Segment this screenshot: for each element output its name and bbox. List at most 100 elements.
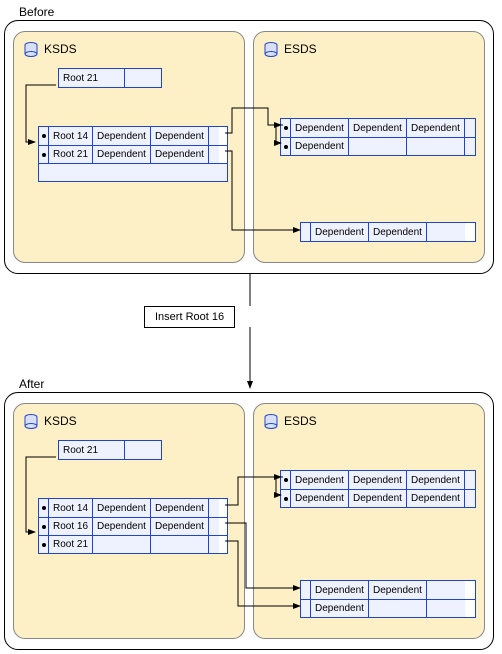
header-cell: Root 21 — [59, 441, 125, 459]
table-row: Dependent Dependent — [301, 223, 475, 241]
dep-cell: Dependent — [311, 223, 369, 241]
table-row: Dependent Dependent Dependent — [281, 489, 475, 507]
nub-cell — [209, 127, 219, 145]
dep-cell: Dependent — [93, 127, 151, 145]
insert-label: Insert Root 16 — [155, 311, 224, 323]
dep-cell: Dependent — [369, 223, 427, 241]
dot-cell — [39, 518, 49, 535]
blank-cell — [39, 164, 227, 181]
dep-cell — [349, 138, 407, 155]
before-ksds-header: Root 21 — [58, 68, 162, 88]
blank-cell — [125, 69, 161, 87]
dep-cell: Dependent — [407, 490, 465, 507]
after-frame: After KSDS Root 21 Root 14 Dependent Dep… — [4, 392, 494, 650]
after-esds-title: ESDS — [284, 414, 317, 428]
blank-cell — [125, 441, 161, 459]
dot-cell — [281, 138, 291, 155]
nub-cell — [209, 499, 219, 517]
after-ksds-header: Root 21 — [58, 440, 162, 460]
dep-cell: Dependent — [151, 518, 209, 535]
dot-cell — [39, 146, 49, 163]
root-cell: Root 14 — [49, 127, 93, 145]
after-ksds-table: Root 14 Dependent Dependent Root 16 Depe… — [38, 498, 228, 554]
root-cell: Root 21 — [49, 146, 93, 163]
table-row: Root 16 Dependent Dependent — [39, 517, 227, 535]
dep-cell: Dependent — [291, 490, 349, 507]
dep-cell: Dependent — [93, 499, 151, 517]
after-ksds-panel: KSDS Root 21 Root 14 Dependent Dependent… — [13, 403, 245, 639]
before-frame: Before KSDS Root 21 Root 14 Dependent De… — [4, 20, 494, 274]
nub-cell — [301, 581, 311, 599]
dot-cell — [39, 127, 49, 145]
table-row: Dependent — [281, 137, 475, 155]
header-cell: Root 21 — [59, 69, 125, 87]
dep-cell: Dependent — [151, 499, 209, 517]
nub-cell — [465, 138, 475, 155]
nub-cell — [301, 600, 311, 617]
dot-cell — [281, 490, 291, 507]
dep-cell: Dependent — [407, 471, 465, 489]
after-esds-top: Dependent Dependent Dependent Dependent … — [280, 470, 476, 508]
database-icon — [264, 414, 278, 429]
dep-cell: Dependent — [407, 119, 465, 137]
dep-cell: Dependent — [93, 146, 151, 163]
table-row: Dependent Dependent — [301, 581, 475, 599]
root-cell: Root 21 — [49, 536, 93, 553]
before-ksds-table: Root 14 Dependent Dependent Root 21 Depe… — [38, 126, 228, 182]
nub-cell — [465, 471, 475, 489]
after-esds-bottom: Dependent Dependent Dependent — [300, 580, 476, 618]
root-cell: Root 14 — [49, 499, 93, 517]
nub-cell — [465, 119, 475, 137]
dot-cell — [39, 499, 49, 517]
before-ksds-title: KSDS — [44, 42, 77, 56]
database-icon — [264, 42, 278, 57]
table-row: Root 21 — [39, 535, 227, 553]
table-row: Dependent Dependent Dependent — [281, 471, 475, 489]
nub-cell — [465, 490, 475, 507]
dep-cell: Dependent — [291, 119, 349, 137]
dep-cell: Dependent — [349, 119, 407, 137]
after-label: After — [19, 377, 44, 391]
table-row: Root 14 Dependent Dependent — [39, 499, 227, 517]
nub-cell — [209, 536, 219, 553]
after-esds-panel: ESDS Dependent Dependent Dependent Depen… — [253, 403, 485, 639]
table-row — [39, 163, 227, 181]
before-label: Before — [19, 5, 54, 19]
table-row: Root 21 Dependent Dependent — [39, 145, 227, 163]
dot-cell — [281, 119, 291, 137]
dep-cell: Dependent — [349, 490, 407, 507]
root-cell: Root 16 — [49, 518, 93, 535]
dep-cell: Dependent — [311, 581, 369, 599]
dep-cell: Dependent — [151, 127, 209, 145]
table-row: Dependent Dependent Dependent — [281, 119, 475, 137]
dep-cell: Dependent — [151, 146, 209, 163]
nub-cell — [209, 146, 219, 163]
before-ksds-panel: KSDS Root 21 Root 14 Dependent Dependent… — [13, 31, 245, 263]
dep-cell: Dependent — [291, 471, 349, 489]
table-row: Dependent — [301, 599, 475, 617]
insert-label-box: Insert Root 16 — [144, 306, 235, 328]
dep-cell: Dependent — [349, 471, 407, 489]
nub-cell — [209, 518, 219, 535]
database-icon — [24, 414, 38, 429]
dep-cell — [427, 581, 465, 599]
table-row: Root 14 Dependent Dependent — [39, 127, 227, 145]
dep-cell: Dependent — [311, 600, 369, 617]
dep-cell: Dependent — [369, 581, 427, 599]
before-esds-top: Dependent Dependent Dependent Dependent — [280, 118, 476, 156]
dep-cell — [427, 223, 465, 241]
after-ksds-title: KSDS — [44, 414, 77, 428]
dep-cell — [407, 138, 465, 155]
dot-cell — [39, 536, 49, 553]
dot-cell — [281, 471, 291, 489]
dep-cell — [93, 536, 151, 553]
nub-cell — [301, 223, 311, 241]
before-esds-panel: ESDS Dependent Dependent Dependent Depen… — [253, 31, 485, 263]
dep-cell — [427, 600, 465, 617]
before-esds-bottom: Dependent Dependent — [300, 222, 476, 242]
before-esds-title: ESDS — [284, 42, 317, 56]
dep-cell: Dependent — [291, 138, 349, 155]
dep-cell: Dependent — [93, 518, 151, 535]
dep-cell — [369, 600, 427, 617]
dep-cell — [151, 536, 209, 553]
